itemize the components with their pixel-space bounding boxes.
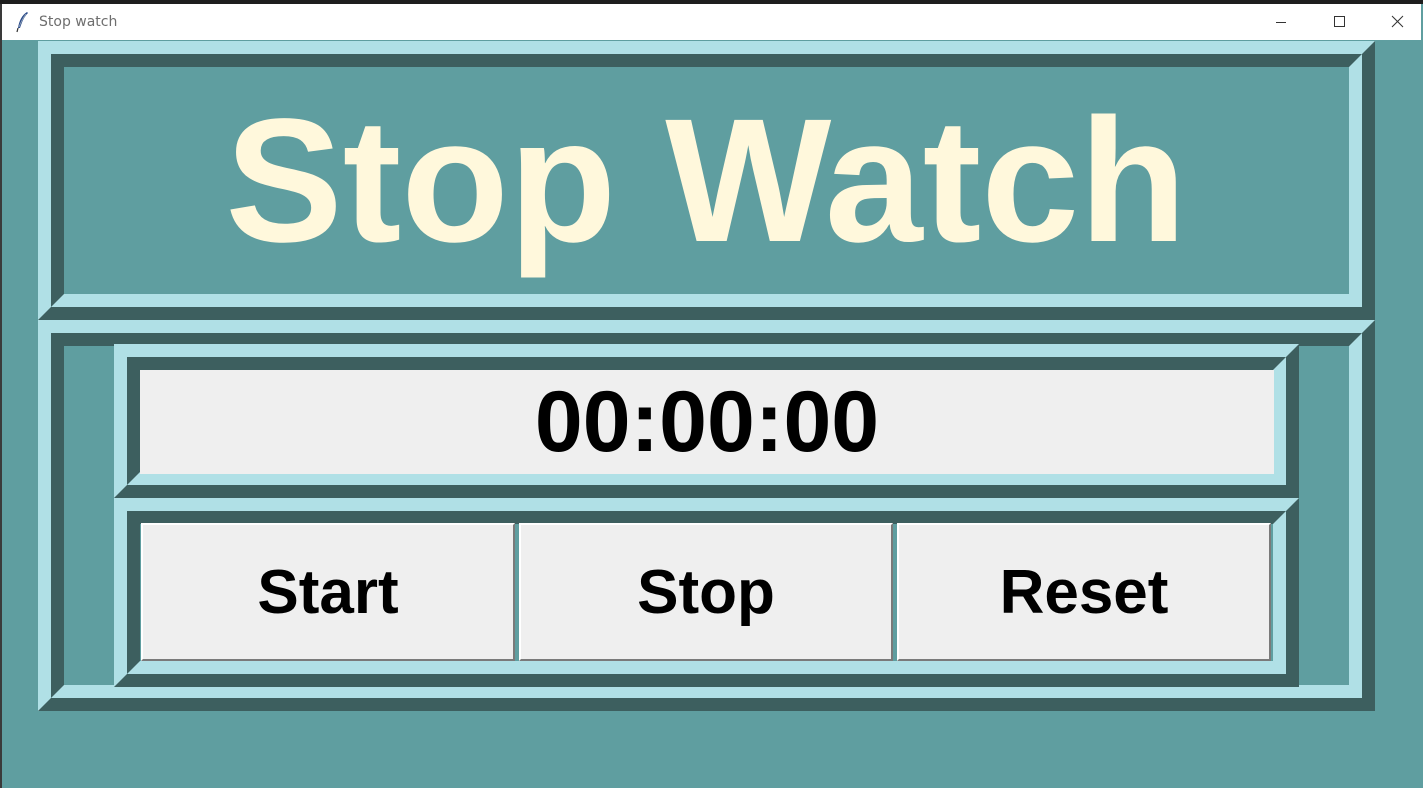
feather-icon <box>14 11 32 33</box>
close-button[interactable] <box>1368 4 1423 40</box>
start-button[interactable]: Start <box>141 523 515 661</box>
maximize-button[interactable] <box>1310 4 1368 40</box>
stopwatch-window: Stop watch Stop Watch 00:00:00 Start Sto… <box>0 0 1423 788</box>
reset-button[interactable]: Reset <box>897 523 1271 661</box>
app-heading: Stop Watch <box>225 83 1187 279</box>
title-bar[interactable]: Stop watch <box>2 4 1421 40</box>
window-left-edge <box>0 4 2 788</box>
minimize-button[interactable] <box>1252 4 1310 40</box>
time-display: 00:00:00 <box>140 370 1274 474</box>
stop-button[interactable]: Stop <box>519 523 893 661</box>
window-title: Stop watch <box>39 14 118 30</box>
